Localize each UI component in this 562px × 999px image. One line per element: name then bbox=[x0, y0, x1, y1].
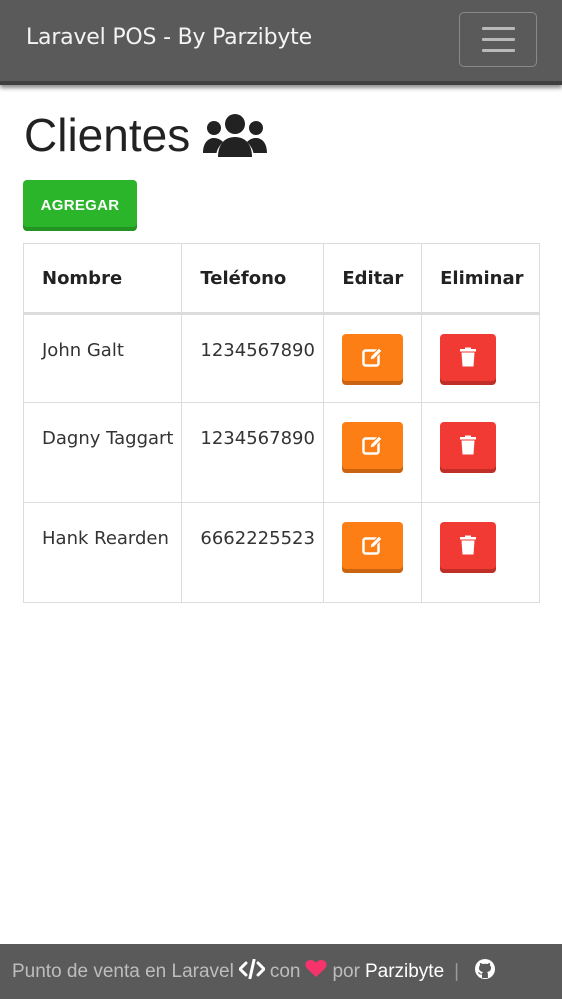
github-icon[interactable] bbox=[474, 958, 496, 986]
delete-button[interactable] bbox=[440, 334, 497, 385]
add-client-button[interactable]: AGREGAR bbox=[23, 180, 137, 231]
footer-con: con bbox=[269, 960, 301, 982]
delete-button[interactable] bbox=[440, 422, 497, 473]
footer-author-link[interactable]: Parzibyte bbox=[365, 961, 444, 983]
page-title: Clientes bbox=[24, 108, 268, 162]
header-nombre: Nombre bbox=[22, 243, 183, 315]
client-phone: 6662225523 bbox=[181, 502, 325, 603]
header-editar: Editar bbox=[323, 243, 423, 315]
client-phone: 1234567890 bbox=[181, 313, 325, 403]
navbar: Laravel POS - By Parzibyte bbox=[0, 0, 562, 85]
trash-icon bbox=[460, 535, 477, 555]
footer-separator: | bbox=[454, 960, 460, 982]
edit-cell bbox=[323, 313, 423, 403]
edit-icon bbox=[362, 435, 383, 455]
table-header-row: Nombre Teléfono Editar Eliminar bbox=[22, 243, 540, 315]
edit-cell bbox=[323, 402, 423, 503]
table-row: John Galt 1234567890 bbox=[22, 313, 540, 403]
edit-icon bbox=[362, 347, 383, 367]
users-icon bbox=[202, 111, 268, 159]
delete-cell bbox=[421, 313, 540, 403]
code-icon bbox=[238, 958, 266, 985]
edit-cell bbox=[323, 502, 423, 603]
table-row: Hank Rearden 6662225523 bbox=[22, 502, 540, 603]
edit-icon bbox=[362, 535, 383, 555]
client-phone: 1234567890 bbox=[181, 402, 325, 503]
table-row: Dagny Taggart 1234567890 bbox=[22, 402, 540, 503]
trash-icon bbox=[460, 347, 477, 367]
edit-button[interactable] bbox=[342, 422, 404, 473]
hamburger-menu-icon bbox=[482, 27, 515, 30]
page-title-text: Clientes bbox=[24, 109, 191, 161]
clients-table: Nombre Teléfono Editar Eliminar John Gal… bbox=[22, 243, 540, 603]
delete-cell bbox=[421, 402, 540, 503]
navbar-brand[interactable]: Laravel POS - By Parzibyte bbox=[26, 25, 312, 50]
client-name: Hank Rearden bbox=[22, 502, 183, 603]
header-telefono: Teléfono bbox=[181, 243, 325, 315]
delete-cell bbox=[421, 502, 540, 603]
client-name: John Galt bbox=[22, 313, 183, 403]
footer-por: por bbox=[332, 960, 360, 982]
footer: Punto de venta en Laravel con por Parzib… bbox=[0, 944, 562, 999]
navbar-toggle-button[interactable] bbox=[459, 12, 537, 67]
trash-icon bbox=[460, 435, 477, 455]
footer-prefix: Punto de venta en Laravel bbox=[12, 960, 234, 982]
heart-icon bbox=[305, 959, 328, 984]
edit-button[interactable] bbox=[342, 334, 404, 385]
client-name: Dagny Taggart bbox=[22, 402, 183, 503]
header-eliminar: Eliminar bbox=[421, 243, 540, 315]
delete-button[interactable] bbox=[440, 522, 497, 573]
edit-button[interactable] bbox=[342, 522, 404, 573]
